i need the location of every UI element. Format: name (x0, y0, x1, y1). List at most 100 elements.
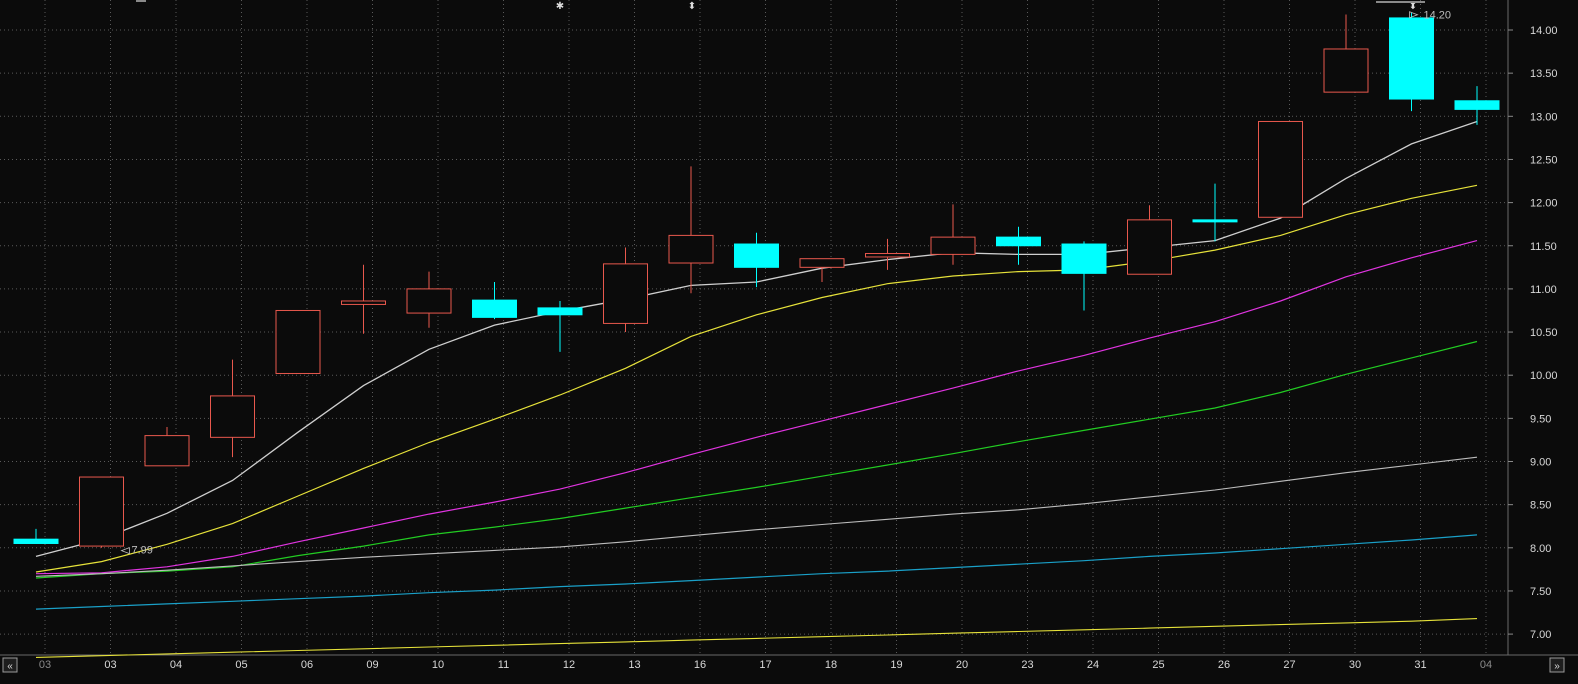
y-tick-label: 8.00 (1530, 543, 1551, 555)
candle (1192, 183, 1238, 242)
y-tick-label: 11.00 (1530, 284, 1557, 296)
candle-body (996, 236, 1041, 247)
x-tick-label: 06 (301, 659, 313, 671)
chart-canvas: 7.9914.20✱ ⬍ ⬍ 14.0013.5013.0012.5012.0011… (0, 0, 1578, 673)
candle-body (1389, 17, 1434, 100)
candle-body (13, 538, 59, 544)
ma-line-5 (35, 456, 1478, 577)
ma-line-4 (35, 340, 1478, 579)
candle (144, 426, 190, 467)
candle (79, 476, 124, 548)
candle-body (1258, 120, 1303, 218)
candle-body (603, 263, 648, 324)
y-tick-label: 13.00 (1530, 111, 1558, 123)
candle-body (275, 309, 321, 374)
ma-line-7 (35, 618, 1478, 658)
x-axis: 03 03 04 05 06 09 10 11 12 13 16 17 18 19 20 23 24 25 26 27… (39, 659, 1492, 671)
candle-body (341, 300, 386, 305)
y-tick-label: 12.00 (1530, 198, 1558, 210)
candle-body (537, 307, 583, 316)
x-tick-label: 09 (366, 659, 378, 671)
scroll-left-button[interactable]: « (2, 657, 18, 673)
y-axis: 14.00 13.50 13.00 12.50 12.00 11.50 11.00 10.50… (1508, 25, 1558, 641)
x-tick-label: 26 (1218, 659, 1230, 671)
low-price-label: 7.99 (132, 545, 153, 557)
candle-body (1454, 100, 1500, 110)
ma-line-6 (35, 534, 1478, 610)
x-tick-label: 05 (235, 659, 247, 671)
candle (275, 309, 321, 374)
candle-body (1127, 219, 1172, 275)
candle-body (799, 258, 845, 268)
candle-body (144, 435, 190, 467)
y-tick-label: 12.50 (1530, 154, 1558, 166)
x-tick-label: 20 (956, 659, 968, 671)
candle (799, 258, 845, 282)
candle (996, 226, 1041, 265)
x-tick-label: 23 (1021, 659, 1033, 671)
candle (930, 204, 976, 265)
x-tick-label: 03 (104, 659, 116, 671)
x-tick-label: 10 (432, 659, 444, 671)
x-tick-label: 13 (628, 659, 640, 671)
y-tick-label: 9.50 (1530, 413, 1551, 425)
candle (13, 528, 59, 544)
candle (537, 300, 583, 352)
candle (603, 247, 648, 333)
x-tick-label: 04 (170, 659, 182, 671)
x-tick-label: 19 (890, 659, 902, 671)
y-tick-label: 9.00 (1530, 457, 1551, 469)
candle (1323, 14, 1369, 93)
arrow-icon (1409, 11, 1419, 19)
candle (1061, 241, 1107, 311)
candle (1454, 86, 1500, 125)
x-tick-label: 16 (694, 659, 706, 671)
candle (1258, 120, 1303, 218)
x-tick-label: 25 (1152, 659, 1164, 671)
candle (1389, 12, 1434, 112)
candlestick-chart: 7.99 14.20 ✱ ⬍ ⬍ 14.00 13.50 13.00 12.50 12.00 11… (0, 0, 1578, 679)
candle (406, 271, 452, 328)
y-tick-label: 7.00 (1530, 629, 1551, 641)
candle-body (79, 476, 124, 547)
candle-body (1061, 243, 1107, 274)
candle-body (865, 253, 910, 258)
arrow-icon (120, 547, 130, 555)
candle-body (668, 234, 714, 264)
candle-body (930, 236, 976, 255)
scroll-right-button[interactable]: » (1549, 657, 1565, 673)
candle (1127, 205, 1172, 275)
x-tick-label: 31 (1414, 659, 1426, 671)
x-tick-label: 18 (825, 659, 837, 671)
y-tick-label: 8.50 (1530, 500, 1551, 512)
candle-body (472, 299, 517, 318)
candle (865, 238, 910, 270)
x-tick-label: 24 (1087, 659, 1099, 671)
x-tick-label: 17 (759, 659, 771, 671)
x-tick-label: 04 (1480, 659, 1492, 671)
event-marker-icon: ✱ (556, 1, 564, 12)
candle (210, 359, 255, 458)
candles (13, 12, 1500, 548)
high-price-label: 14.20 (1424, 10, 1452, 22)
x-tick-label: 12 (563, 659, 575, 671)
candle-body (1323, 48, 1369, 93)
candle (341, 264, 386, 334)
candle-body (210, 395, 255, 438)
x-tick-label: 27 (1283, 659, 1295, 671)
y-tick-label: 10.00 (1530, 370, 1558, 382)
x-tick-label: 30 (1349, 659, 1361, 671)
double-chevron-left-icon: « (7, 661, 13, 672)
y-tick-label: 11.50 (1530, 241, 1557, 253)
double-chevron-right-icon: » (1554, 661, 1560, 672)
y-tick-label: 14.00 (1530, 25, 1558, 37)
candle-body (734, 243, 779, 268)
y-tick-label: 7.50 (1530, 586, 1551, 598)
candle (472, 281, 517, 320)
candle (668, 166, 714, 294)
y-tick-label: 10.50 (1530, 327, 1558, 339)
gridlines (0, 0, 1578, 656)
x-tick-label: 11 (498, 659, 509, 671)
annotations: 7.9914.20✱ ⬍ ⬍ (120, 0, 1452, 557)
candle-body (406, 288, 452, 314)
